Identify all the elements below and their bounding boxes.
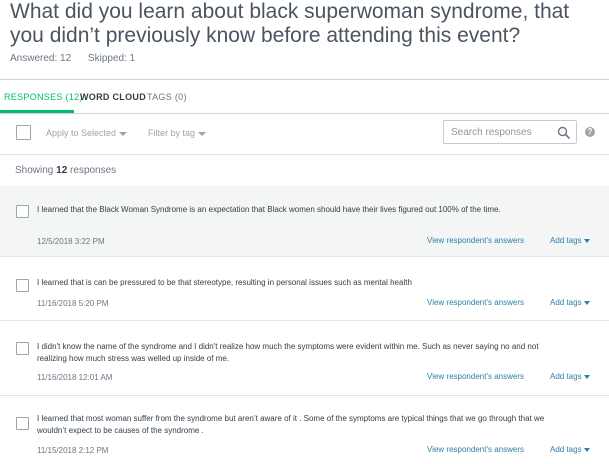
chevron-down-icon <box>119 131 128 136</box>
add-tags-label: Add tags <box>550 236 582 245</box>
response-item: I didn't know the name of the syndrome a… <box>0 321 609 395</box>
showing-prefix: Showing <box>15 165 54 176</box>
response-stats: Answered: 12 Skipped: 1 <box>10 53 149 64</box>
tab-bar: RESPONSES (12) WORD CLOUD TAGS (0) <box>0 80 609 114</box>
search-input[interactable] <box>451 125 551 139</box>
showing-suffix: responses <box>70 165 117 176</box>
search-icon[interactable] <box>557 126 570 139</box>
divider <box>0 113 609 114</box>
chevron-down-icon <box>583 374 590 379</box>
response-date: 11/16/2018 12:01 AM <box>37 373 113 382</box>
response-item: I learned that the Black Woman Syndrome … <box>0 186 609 256</box>
add-tags-button[interactable]: Add tags <box>550 298 590 307</box>
add-tags-label: Add tags <box>550 372 582 381</box>
response-text: I learned that is can be pressured to be… <box>37 278 412 287</box>
question-title: What did you learn about black superwoma… <box>10 0 570 47</box>
response-text: I didn't know the name of the syndrome a… <box>37 342 539 363</box>
apply-to-selected-label: Apply to Selected <box>46 128 117 138</box>
answered-count: Answered: 12 <box>10 53 72 64</box>
showing-number: 12 <box>56 165 68 176</box>
chevron-down-icon <box>583 238 590 243</box>
tab-word-cloud[interactable]: WORD CLOUD <box>80 92 146 102</box>
filter-by-tag-dropdown[interactable]: Filter by tag <box>148 128 207 138</box>
view-respondent-answers-link[interactable]: View respondent's answers <box>427 298 524 307</box>
response-text: I learned that the Black Woman Syndrome … <box>37 205 501 214</box>
tab-responses[interactable]: RESPONSES (12) <box>4 92 83 102</box>
tab-tags[interactable]: TAGS (0) <box>147 92 187 102</box>
response-text: I learned that most woman suffer from th… <box>37 414 545 435</box>
chevron-down-icon <box>583 300 590 305</box>
response-date: 11/16/2018 5:20 PM <box>37 299 109 308</box>
chevron-down-icon <box>198 131 207 136</box>
help-icon[interactable]: ? <box>585 127 595 137</box>
view-respondent-answers-link[interactable]: View respondent's answers <box>427 236 524 245</box>
search-box <box>443 120 577 144</box>
filter-by-tag-label: Filter by tag <box>148 128 196 138</box>
chevron-down-icon <box>583 447 590 452</box>
add-tags-button[interactable]: Add tags <box>550 372 590 381</box>
view-respondent-answers-link[interactable]: View respondent's answers <box>427 445 524 454</box>
showing-count: Showing 12 responses <box>15 165 116 176</box>
add-tags-button[interactable]: Add tags <box>550 236 590 245</box>
skipped-count: Skipped: 1 <box>87 53 136 64</box>
divider <box>0 154 609 155</box>
add-tags-label: Add tags <box>550 445 582 454</box>
add-tags-label: Add tags <box>550 298 582 307</box>
response-item: I learned that most woman suffer from th… <box>0 396 609 464</box>
response-checkbox[interactable] <box>16 342 29 355</box>
response-item: I learned that is can be pressured to be… <box>0 257 609 319</box>
response-checkbox[interactable] <box>16 205 29 218</box>
response-date: 11/15/2018 2:12 PM <box>37 446 109 455</box>
response-checkbox[interactable] <box>16 417 29 430</box>
add-tags-button[interactable]: Add tags <box>550 445 590 454</box>
apply-to-selected-dropdown[interactable]: Apply to Selected <box>46 128 128 138</box>
response-date: 12/5/2018 3:22 PM <box>37 237 105 246</box>
response-checkbox[interactable] <box>16 279 29 292</box>
select-all-checkbox[interactable] <box>16 125 31 140</box>
view-respondent-answers-link[interactable]: View respondent's answers <box>427 372 524 381</box>
